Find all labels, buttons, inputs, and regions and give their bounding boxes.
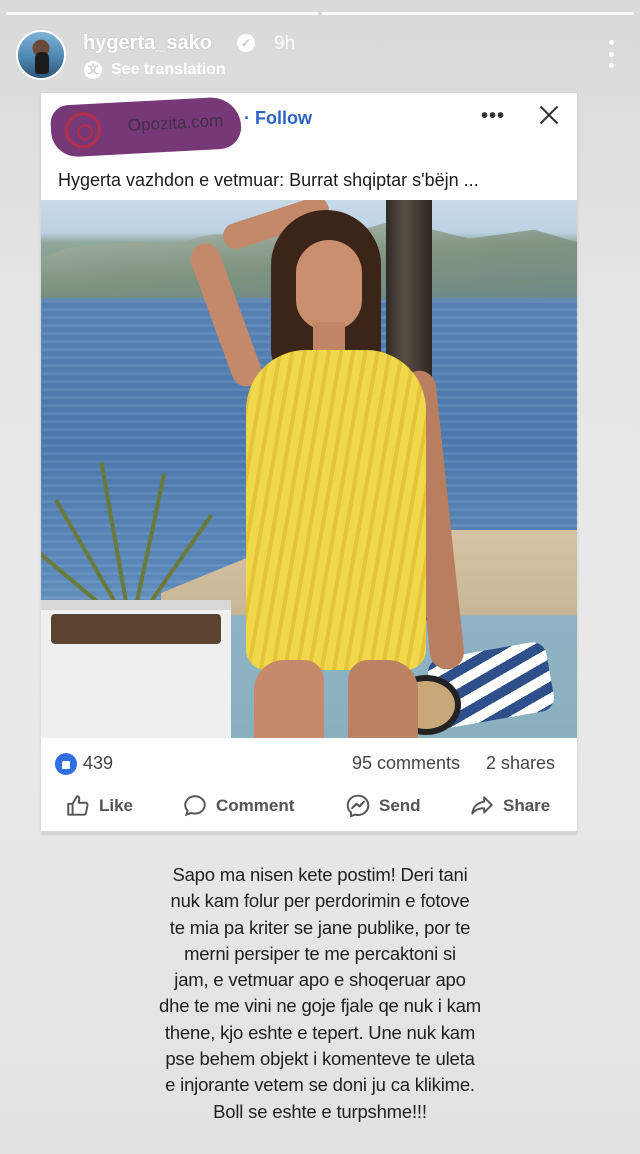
caption-line: merni persiper te me percaktoni si [184, 942, 456, 964]
card-bottom-border [41, 831, 577, 835]
close-icon[interactable] [537, 103, 561, 127]
see-translation-button[interactable]: 文 See translation [84, 61, 226, 79]
story-header: hygerta_sako ✓ 9h 文 See translation [16, 28, 624, 82]
share-label: Share [503, 796, 551, 815]
photo-dress [246, 350, 426, 670]
caption-line: pse behem objekt i komenteve te uleta [165, 1048, 475, 1070]
share-arrow-icon [469, 793, 495, 819]
page-logo-icon [64, 111, 103, 150]
story-caption: Sapo ma nisen kete postim! Deri tani nuk… [150, 862, 490, 1125]
photo-face [296, 240, 362, 330]
username[interactable]: hygerta_sako [83, 32, 212, 55]
reactions-count[interactable]: 439 [83, 753, 113, 774]
more-horizontal-icon[interactable]: ••• [481, 105, 505, 128]
send-button[interactable]: Send [345, 792, 421, 820]
send-label: Send [379, 796, 421, 815]
follow-button[interactable]: · Follow [244, 108, 312, 129]
caption-line: Sapo ma nisen kete postim! Deri tani [172, 864, 468, 885]
caption-line: te mia pa kriter se jane publike, por te [169, 916, 471, 938]
caption-line: e injorante vetem se doni ju ca klikime. [165, 1074, 475, 1096]
caption-line: thene, kjo eshte e tepert. Une nuk kam [164, 1021, 476, 1043]
verified-badge-icon: ✓ [237, 34, 255, 52]
story-progress-segment [6, 12, 318, 15]
photo-woman [186, 200, 466, 738]
avatar[interactable] [16, 30, 66, 80]
story-progress-segment [322, 12, 634, 15]
translate-icon: 文 [84, 61, 102, 79]
story-progress-fill [6, 12, 318, 15]
post-photo[interactable] [41, 200, 577, 738]
redaction-scribble: Opozita.com [49, 96, 243, 158]
comment-bubble-icon [182, 793, 208, 819]
comments-count[interactable]: 95 comments [352, 753, 460, 774]
more-vertical-icon[interactable] [608, 40, 614, 68]
shares-count[interactable]: 2 shares [486, 753, 555, 774]
post-time: 9h [274, 33, 296, 54]
post-headline[interactable]: Hygerta vazhdon e vetmuar: Burrat shqipt… [58, 170, 479, 191]
reactions-row: 439 95 comments 2 shares [41, 738, 577, 788]
caption-line: dhe te me vini ne goje fjale qe nuk i ka… [159, 995, 481, 1017]
story-progress [6, 12, 634, 15]
photo-legs [246, 660, 426, 738]
caption-line: jam, e vetmuar apo e shoqeruar apo [174, 969, 466, 991]
caption-line: nuk kam folur per perdorimin e fotove [170, 890, 470, 912]
post-actions: Like Comment Send Share [41, 788, 577, 833]
thumbs-up-icon [65, 793, 91, 819]
messenger-icon [345, 793, 371, 819]
like-label: Like [99, 796, 134, 815]
page-name: Opozita.com [127, 110, 224, 135]
facebook-post-card: Opozita.com · Follow ••• Hygerta vazhdon… [41, 93, 577, 835]
comment-button[interactable]: Comment [182, 792, 294, 820]
share-button[interactable]: Share [469, 792, 550, 820]
see-translation-label: See translation [111, 61, 226, 78]
post-header: Opozita.com · Follow ••• [41, 93, 577, 158]
story-progress-fill [322, 12, 634, 15]
comment-label: Comment [216, 796, 295, 815]
like-reaction-icon [55, 753, 77, 775]
caption-line: Boll se eshte e turpshme!!! [213, 1100, 427, 1122]
like-button[interactable]: Like [65, 792, 133, 820]
